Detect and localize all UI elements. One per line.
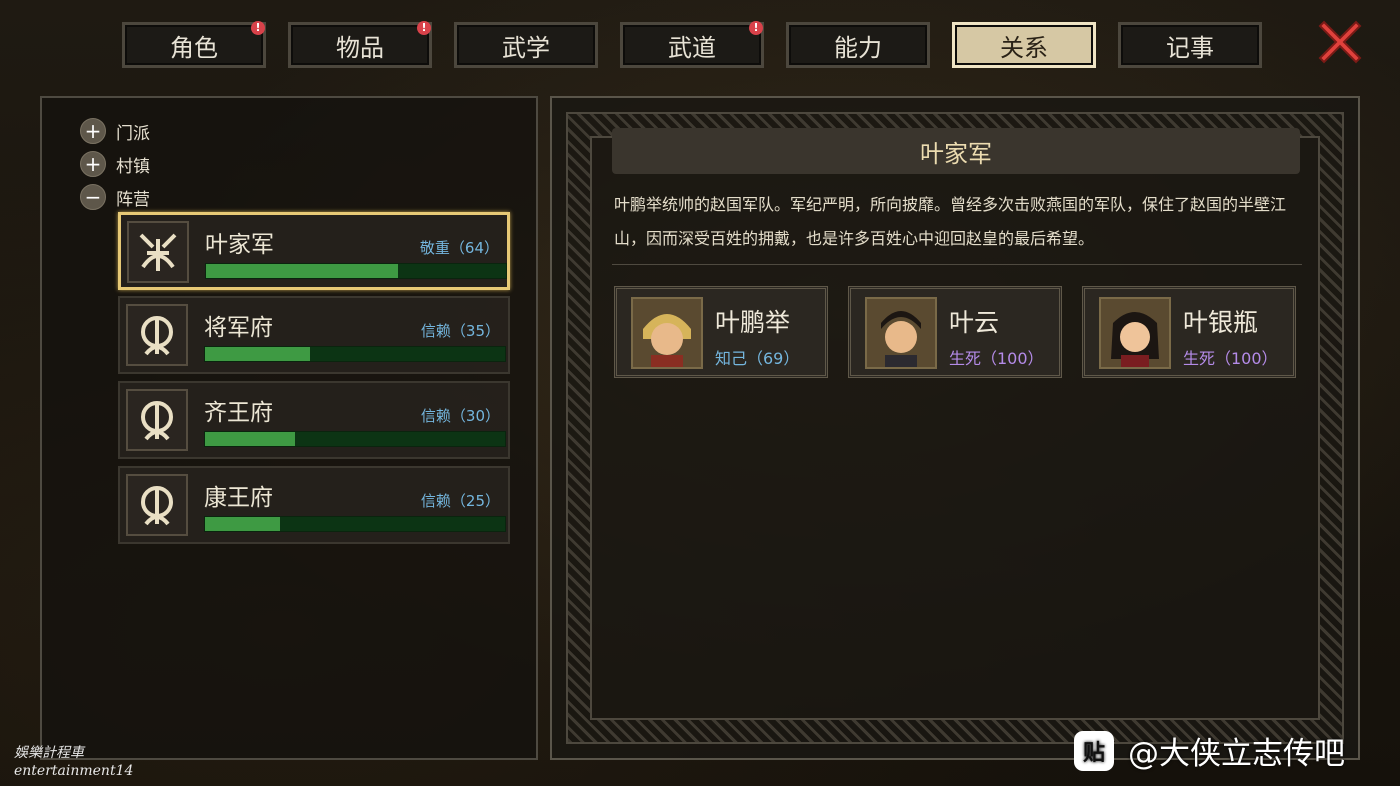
divider bbox=[612, 264, 1302, 265]
portrait-avatar bbox=[631, 297, 703, 369]
faction-list-panel: + 门派 + 村镇 − 阵营 叶家军 敬重（64） 将军府 信赖（35） 齐王府… bbox=[40, 96, 538, 760]
tab-bar: 角色 ! 物品 ! 武学 武道 ! 能力 关系 记事 bbox=[122, 21, 1284, 68]
tab-journal[interactable]: 记事 bbox=[1118, 22, 1262, 68]
notification-badge: ! bbox=[251, 21, 265, 35]
faction-name: 齐王府 bbox=[204, 400, 273, 426]
tree-node-label: 村镇 bbox=[116, 156, 150, 177]
faction-name: 康王府 bbox=[204, 485, 273, 511]
tab-martial-way[interactable]: 武道 ! bbox=[620, 21, 764, 68]
tree-node-sect[interactable]: + 门派 bbox=[80, 118, 150, 144]
corner-watermark-line2: entertainment14 bbox=[14, 763, 134, 779]
tab-label: 物品 bbox=[336, 33, 384, 62]
close-button[interactable] bbox=[1312, 14, 1368, 70]
relation-bar bbox=[204, 346, 506, 362]
portrait-avatar bbox=[865, 297, 937, 369]
member-relation: 生死（100） bbox=[949, 349, 1044, 368]
detail-title: 叶家军 bbox=[612, 128, 1300, 174]
faction-emblem-icon bbox=[127, 221, 189, 283]
relation-bar-fill bbox=[205, 432, 295, 446]
faction-emblem-icon bbox=[126, 389, 188, 451]
faction-item-ye-army[interactable]: 叶家军 敬重（64） bbox=[118, 212, 510, 290]
tab-martial-arts[interactable]: 武学 bbox=[454, 22, 598, 68]
relation-bar-fill bbox=[206, 264, 398, 278]
tab-label: 记事 bbox=[1166, 33, 1214, 62]
faction-relation: 信赖（25） bbox=[420, 492, 500, 510]
corner-watermark: 娛樂計程車 entertainment14 bbox=[14, 744, 133, 780]
faction-emblem-icon bbox=[126, 474, 188, 536]
tab-character[interactable]: 角色 ! bbox=[122, 21, 266, 68]
faction-name: 将军府 bbox=[204, 315, 273, 341]
faction-detail-panel: 叶家军 叶鹏举统帅的赵国军队。军纪严明，所向披靡。曾经多次击败燕国的军队，保住了… bbox=[550, 96, 1360, 760]
tab-label: 关系 bbox=[1000, 33, 1048, 62]
expand-icon: + bbox=[80, 151, 106, 177]
tab-abilities[interactable]: 能力 bbox=[786, 22, 930, 68]
relation-bar-fill bbox=[205, 517, 280, 531]
faction-relation: 信赖（30） bbox=[420, 407, 500, 425]
notification-badge: ! bbox=[749, 21, 763, 35]
relation-bar bbox=[204, 516, 506, 532]
member-card[interactable]: 叶鹏举 知己（69） bbox=[614, 286, 828, 378]
faction-relation: 敬重（64） bbox=[419, 239, 499, 257]
expand-icon: + bbox=[80, 118, 106, 144]
faction-relation: 信赖（35） bbox=[420, 322, 500, 340]
tree-node-label: 阵营 bbox=[116, 189, 150, 210]
relation-bar bbox=[204, 431, 506, 447]
tab-relations[interactable]: 关系 bbox=[952, 22, 1096, 68]
member-name: 叶云 bbox=[949, 308, 1000, 337]
detail-description: 叶鹏举统帅的赵国军队。军纪严明，所向披靡。曾经多次击败燕国的军队，保住了赵国的半… bbox=[614, 195, 1287, 248]
tab-items[interactable]: 物品 ! bbox=[288, 21, 432, 68]
member-name: 叶鹏举 bbox=[715, 308, 791, 337]
close-icon bbox=[1318, 20, 1362, 64]
faction-item-kang-prince[interactable]: 康王府 信赖（25） bbox=[118, 466, 510, 544]
tab-label: 武道 bbox=[668, 33, 716, 62]
watermark: 贴 @大侠立志传吧 bbox=[1074, 728, 1345, 773]
collapse-icon: − bbox=[80, 184, 106, 210]
member-card[interactable]: 叶银瓶 生死（100） bbox=[1082, 286, 1296, 378]
tieba-logo-icon: 贴 bbox=[1074, 730, 1114, 771]
faction-item-general-mansion[interactable]: 将军府 信赖（35） bbox=[118, 296, 510, 374]
faction-item-qi-prince[interactable]: 齐王府 信赖（30） bbox=[118, 381, 510, 459]
tree-node-label: 门派 bbox=[116, 123, 150, 144]
faction-name: 叶家军 bbox=[205, 232, 274, 258]
tree-node-village[interactable]: + 村镇 bbox=[80, 151, 150, 177]
member-relation: 知己（69） bbox=[715, 349, 800, 368]
tree-node-camp[interactable]: − 阵营 bbox=[80, 184, 150, 210]
watermark-text: @大侠立志传吧 bbox=[1128, 736, 1345, 772]
portrait-avatar bbox=[1099, 297, 1171, 369]
tab-label: 武学 bbox=[502, 33, 550, 62]
member-relation: 生死（100） bbox=[1183, 349, 1278, 368]
member-name: 叶银瓶 bbox=[1183, 308, 1259, 337]
tab-label: 角色 bbox=[170, 33, 218, 62]
notification-badge: ! bbox=[417, 21, 431, 35]
relation-bar bbox=[205, 263, 507, 279]
member-card[interactable]: 叶云 生死（100） bbox=[848, 286, 1062, 378]
corner-watermark-line1: 娛樂計程車 bbox=[14, 745, 84, 761]
faction-emblem-icon bbox=[126, 304, 188, 366]
tab-label: 能力 bbox=[834, 33, 882, 62]
relation-bar-fill bbox=[205, 347, 310, 361]
